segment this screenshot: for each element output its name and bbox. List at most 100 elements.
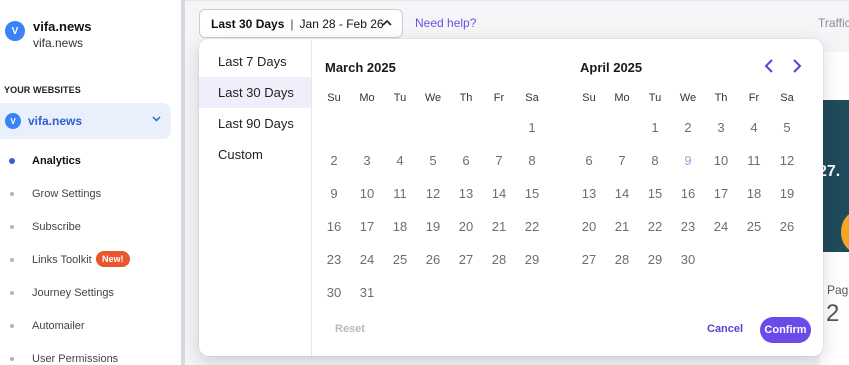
calendar-day[interactable]: 9 (672, 153, 704, 168)
calendar-day[interactable]: 21 (483, 219, 515, 234)
calendar-day[interactable]: 3 (705, 120, 737, 135)
preset-custom[interactable]: Custom (199, 139, 311, 170)
date-range-separator: | (290, 16, 294, 31)
weekday-label: Mo (614, 92, 630, 104)
calendar-day[interactable]: 20 (450, 219, 482, 234)
sidebar-item-links-toolkit[interactable]: Links Toolkit New! (0, 243, 181, 276)
sidebar-item-subscribe[interactable]: Subscribe (0, 210, 181, 243)
calendar-day[interactable]: 18 (738, 186, 770, 201)
bullet-icon (10, 224, 14, 229)
chevron-left-icon[interactable] (760, 58, 778, 78)
calendar-day[interactable]: 25 (384, 252, 416, 267)
calendar-day[interactable]: 12 (771, 153, 803, 168)
calendar-day[interactable]: 18 (384, 219, 416, 234)
calendar-day[interactable]: 7 (483, 153, 515, 168)
weekday-label: Su (327, 92, 341, 104)
sidebar-item-journey-settings[interactable]: Journey Settings (0, 276, 181, 309)
sidebar-item-automailer[interactable]: Automailer (0, 309, 181, 342)
sidebar-item-label: Links Toolkit (32, 253, 92, 266)
confirm-button[interactable]: Confirm (760, 317, 811, 343)
preset-last-30-days[interactable]: Last 30 Days (199, 77, 311, 108)
sidebar-item-grow-settings[interactable]: Grow Settings (0, 177, 181, 210)
calendar-day[interactable]: 24 (705, 219, 737, 234)
sidebar-item-analytics[interactable]: Analytics (0, 144, 181, 177)
date-range-preset: Last 30 Days (211, 16, 285, 31)
calendar-day[interactable]: 22 (639, 219, 671, 234)
calendar-day[interactable]: 12 (417, 186, 449, 201)
calendar-day[interactable]: 5 (417, 153, 449, 168)
calendar-day[interactable]: 11 (738, 153, 770, 168)
calendar-day[interactable]: 3 (351, 153, 383, 168)
reset-button[interactable]: Reset (335, 323, 365, 335)
calendar-day[interactable]: 7 (606, 153, 638, 168)
cancel-button[interactable]: Cancel (707, 323, 743, 335)
calendar-day[interactable]: 11 (384, 186, 416, 201)
calendar-day[interactable]: 15 (516, 186, 548, 201)
bullet-icon (10, 323, 14, 328)
preset-list: Last 7 Days Last 30 Days Last 90 Days Cu… (199, 39, 312, 356)
calendar-day[interactable]: 2 (672, 120, 704, 135)
calendar-day[interactable]: 8 (516, 153, 548, 168)
calendar-day[interactable]: 10 (705, 153, 737, 168)
sidebar-item-user-permissions[interactable]: User Permissions (0, 342, 181, 365)
calendar-day[interactable]: 9 (318, 186, 350, 201)
sidebar-item-label: Subscribe (32, 220, 81, 233)
weekday-label: We (679, 92, 697, 104)
preset-last-90-days[interactable]: Last 90 Days (199, 108, 311, 139)
calendar-day[interactable]: 23 (672, 219, 704, 234)
website-selector[interactable]: V vifa.news (0, 103, 171, 139)
calendar-day[interactable]: 29 (639, 252, 671, 267)
chevron-down-icon (152, 114, 161, 125)
calendar-day[interactable]: 16 (318, 219, 350, 234)
calendar-day[interactable]: 27 (573, 252, 605, 267)
calendar-day[interactable]: 17 (705, 186, 737, 201)
need-help-link[interactable]: Need help? (415, 16, 476, 30)
calendar-day[interactable]: 8 (639, 153, 671, 168)
calendar-day[interactable]: 14 (483, 186, 515, 201)
calendar-day[interactable]: 1 (516, 120, 548, 135)
calendar-day[interactable]: 20 (573, 219, 605, 234)
calendar-day[interactable]: 10 (351, 186, 383, 201)
calendar-day[interactable]: 31 (351, 285, 383, 300)
calendar-day[interactable]: 26 (771, 219, 803, 234)
calendar-day[interactable]: 2 (318, 153, 350, 168)
calendar-day[interactable]: 6 (450, 153, 482, 168)
calendar-day[interactable]: 24 (351, 252, 383, 267)
calendar-day[interactable]: 25 (738, 219, 770, 234)
calendar-day[interactable]: 28 (606, 252, 638, 267)
weekday-label: We (424, 92, 442, 104)
sidebar-item-label: User Permissions (32, 352, 119, 365)
calendar-day[interactable]: 21 (606, 219, 638, 234)
weekday-label: Sa (780, 92, 794, 104)
date-range-button[interactable]: Last 30 Days | Jan 28 - Feb 26 (199, 9, 403, 38)
calendar-day[interactable]: 17 (351, 219, 383, 234)
calendar-day[interactable]: 22 (516, 219, 548, 234)
calendar-day[interactable]: 4 (738, 120, 770, 135)
preset-last-7-days[interactable]: Last 7 Days (199, 46, 311, 77)
calendar-day[interactable]: 26 (417, 252, 449, 267)
calendar-day[interactable]: 30 (318, 285, 350, 300)
sidebar-item-label: Automailer (32, 319, 85, 332)
calendar-day[interactable]: 14 (606, 186, 638, 201)
calendar-day[interactable]: 23 (318, 252, 350, 267)
calendar-day[interactable]: 27 (450, 252, 482, 267)
traffic-label: Traffic (818, 16, 849, 30)
calendar-day[interactable]: 1 (639, 120, 671, 135)
calendar-day[interactable]: 30 (672, 252, 704, 267)
calendar-day[interactable]: 19 (771, 186, 803, 201)
calendar-day[interactable]: 15 (639, 186, 671, 201)
calendar-day[interactable]: 16 (672, 186, 704, 201)
calendar-day[interactable]: 13 (450, 186, 482, 201)
calendar-day[interactable]: 19 (417, 219, 449, 234)
calendar-day[interactable]: 4 (384, 153, 416, 168)
calendar-day[interactable]: 13 (573, 186, 605, 201)
calendar-day[interactable]: 5 (771, 120, 803, 135)
chevron-right-icon[interactable] (788, 58, 806, 78)
brand[interactable]: V vifa.news vifa.news (5, 19, 92, 51)
calendar-day[interactable]: 29 (516, 252, 548, 267)
weekday-label: Sa (525, 92, 539, 104)
bullet-icon (10, 257, 14, 262)
calendar-day[interactable]: 6 (573, 153, 605, 168)
calendar-day[interactable]: 28 (483, 252, 515, 267)
pageviews-label: Pag (827, 283, 849, 297)
